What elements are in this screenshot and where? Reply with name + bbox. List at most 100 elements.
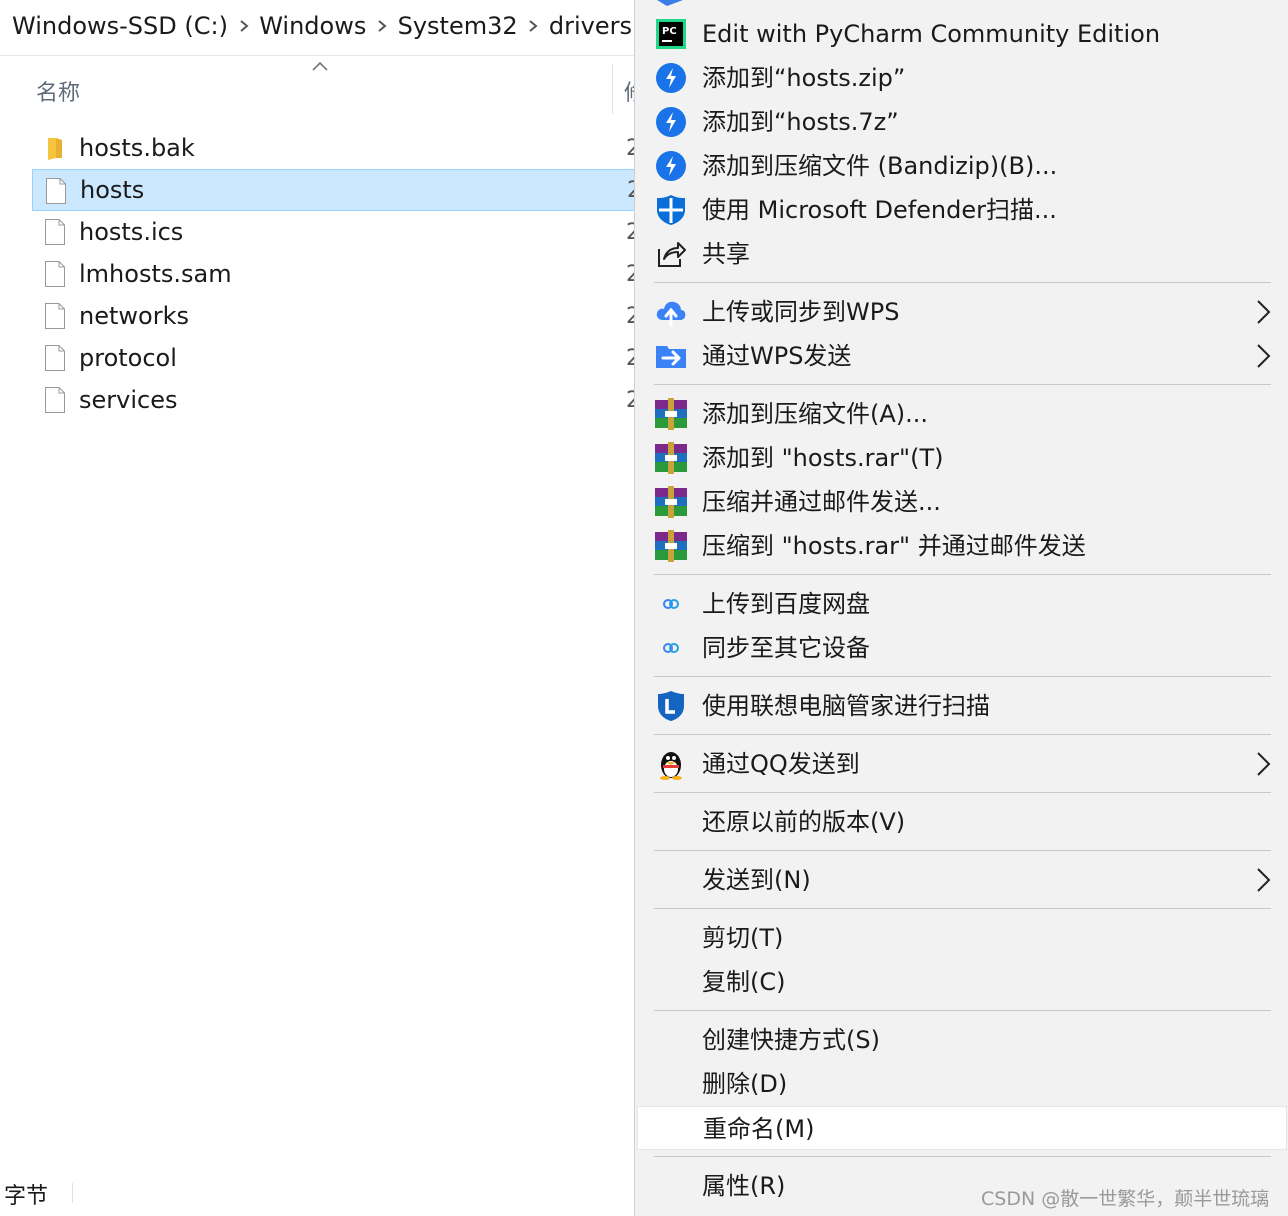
menu-separator [654, 384, 1271, 385]
menu-item-add-to-zip[interactable]: 添加到“hosts.zip” [637, 56, 1287, 100]
document-icon [46, 178, 66, 204]
menu-item-label: 通过QQ发送到 [702, 750, 860, 778]
menu-item-label: 压缩并通过邮件发送... [702, 488, 941, 516]
menu-separator [654, 908, 1271, 909]
menu-item-copy[interactable]: 复制(C) [637, 960, 1287, 1004]
menu-item-winrar-compress-to-hosts-rar-and-email[interactable]: 压缩到 "hosts.rar" 并通过邮件发送 [637, 524, 1287, 568]
menu-item-label: 添加到“hosts.7z” [702, 108, 899, 136]
lenovo-shield-icon [655, 690, 687, 722]
file-name: protocol [79, 344, 177, 372]
bandizip-icon [655, 150, 687, 182]
folder-icon [48, 138, 62, 160]
menu-item-cut[interactable]: 剪切(T) [637, 916, 1287, 960]
file-row[interactable]: hosts.bak 2 [32, 127, 636, 169]
breadcrumb-item-system32[interactable]: System32 [394, 12, 522, 40]
file-row[interactable]: hosts.ics 2 [32, 211, 636, 253]
document-icon [45, 219, 65, 245]
sort-ascending-icon [312, 61, 328, 71]
menu-item-edit-with-pycharm[interactable]: PC Edit with PyCharm Community Edition [637, 12, 1287, 56]
column-header-name[interactable]: 名称 [36, 75, 80, 107]
file-name: services [79, 386, 178, 414]
share-icon [655, 238, 687, 270]
menu-item-winrar-add-to-hosts-rar[interactable]: 添加到 "hosts.rar"(T) [637, 436, 1287, 480]
menu-item-label: Edit with PyCharm Community Edition [702, 20, 1161, 48]
document-icon [45, 345, 65, 371]
file-row-selected[interactable]: hosts 2 [32, 169, 637, 211]
menu-item-label: 上传或同步到WPS [702, 298, 900, 326]
chevron-right-icon[interactable] [522, 20, 545, 32]
chevron-right-icon [1257, 300, 1271, 324]
divider [0, 55, 636, 56]
menu-item-lenovo-scan[interactable]: 使用联想电脑管家进行扫描 [637, 684, 1287, 728]
menu-item-defender-scan[interactable]: 使用 Microsoft Defender扫描... [637, 188, 1287, 232]
menu-separator [654, 1010, 1271, 1011]
file-list: hosts.bak 2 hosts 2 hosts.ics 2 lmhosts.… [32, 127, 637, 421]
menu-item-send-to[interactable]: 发送到(N) [637, 858, 1287, 902]
menu-item-label: 还原以前的版本(V) [702, 808, 906, 836]
menu-item-delete[interactable]: 删除(D) [637, 1062, 1287, 1106]
winrar-icon [655, 442, 687, 474]
menu-item-winrar-add-to-archive[interactable]: 添加到压缩文件(A)... [637, 392, 1287, 436]
context-menu: PC Edit with PyCharm Community Edition 添… [634, 0, 1288, 1216]
file-name: hosts [80, 176, 145, 204]
chevron-right-icon [1257, 868, 1271, 892]
winrar-icon [655, 530, 687, 562]
file-row[interactable]: protocol 2 [32, 337, 636, 379]
menu-item-label: 使用联想电脑管家进行扫描 [702, 692, 990, 720]
menu-item-label: 发送到(N) [702, 866, 811, 894]
column-divider[interactable] [612, 64, 613, 114]
menu-item-label: 属性(R) [702, 1172, 786, 1200]
menu-item-share[interactable]: 共享 [637, 232, 1287, 276]
menu-item-restore-previous-versions[interactable]: 还原以前的版本(V) [637, 800, 1287, 844]
bandizip-icon [655, 62, 687, 94]
menu-item-add-to-archive-bandizip[interactable]: 添加到压缩文件 (Bandizip)(B)... [637, 144, 1287, 188]
menu-separator [654, 676, 1271, 677]
chevron-right-icon [1257, 344, 1271, 368]
defender-shield-icon [655, 194, 687, 226]
breadcrumb-item-windows[interactable]: Windows [255, 12, 370, 40]
document-icon [45, 303, 65, 329]
menu-item-label: 通过WPS发送 [702, 342, 852, 370]
baidu-netdisk-icon [655, 588, 687, 620]
menu-separator [654, 574, 1271, 575]
menu-item-label: 使用 Microsoft Defender扫描... [702, 196, 1057, 224]
chevron-right-icon[interactable] [232, 20, 255, 32]
document-icon [45, 387, 65, 413]
status-bar: 字节 [0, 1176, 48, 1212]
menu-item-send-via-qq[interactable]: 通过QQ发送到 [637, 742, 1287, 786]
file-row[interactable]: networks 2 [32, 295, 636, 337]
app-icon-partial [657, 0, 683, 6]
qq-penguin-icon [655, 748, 687, 780]
menu-item-label: 复制(C) [702, 968, 786, 996]
menu-item-wps-upload-sync[interactable]: 上传或同步到WPS [637, 290, 1287, 334]
chevron-right-icon[interactable] [370, 20, 393, 32]
breadcrumb-item-drive[interactable]: Windows-SSD (C:) [8, 12, 232, 40]
breadcrumb: Windows-SSD (C:) Windows System32 driver… [0, 0, 636, 52]
menu-item-rename[interactable]: 重命名(M) [637, 1106, 1287, 1150]
menu-item-upload-baidu-netdisk[interactable]: 上传到百度网盘 [637, 582, 1287, 626]
file-name: hosts.ics [79, 218, 184, 246]
menu-separator [654, 792, 1271, 793]
chevron-right-icon [1257, 752, 1271, 776]
breadcrumb-item-drivers[interactable]: drivers [545, 12, 636, 40]
menu-item-add-to-7z[interactable]: 添加到“hosts.7z” [637, 100, 1287, 144]
menu-item-label: 添加到压缩文件(A)... [702, 400, 929, 428]
watermark: CSDN @散一世繁华，颠半世琉璃 [981, 1188, 1270, 1210]
bandizip-icon [655, 106, 687, 138]
file-row[interactable]: lmhosts.sam 2 [32, 253, 636, 295]
menu-item-label: 删除(D) [702, 1070, 788, 1098]
menu-item-label: 同步至其它设备 [702, 634, 870, 662]
menu-item-sync-other-devices[interactable]: 同步至其它设备 [637, 626, 1287, 670]
file-explorer-pane: Windows-SSD (C:) Windows System32 driver… [0, 0, 637, 1216]
wps-send-icon [655, 340, 687, 372]
menu-item-create-shortcut[interactable]: 创建快捷方式(S) [637, 1018, 1287, 1062]
menu-item-label: 创建快捷方式(S) [702, 1026, 880, 1054]
menu-item-winrar-compress-and-email[interactable]: 压缩并通过邮件发送... [637, 480, 1287, 524]
file-row[interactable]: services 2 [32, 379, 636, 421]
menu-separator [654, 850, 1271, 851]
menu-item-label: 剪切(T) [702, 924, 784, 952]
menu-item-label: 添加到“hosts.zip” [702, 64, 906, 92]
file-name: lmhosts.sam [79, 260, 232, 288]
menu-item-wps-send[interactable]: 通过WPS发送 [637, 334, 1287, 378]
status-text: 字节 [4, 1184, 49, 1209]
